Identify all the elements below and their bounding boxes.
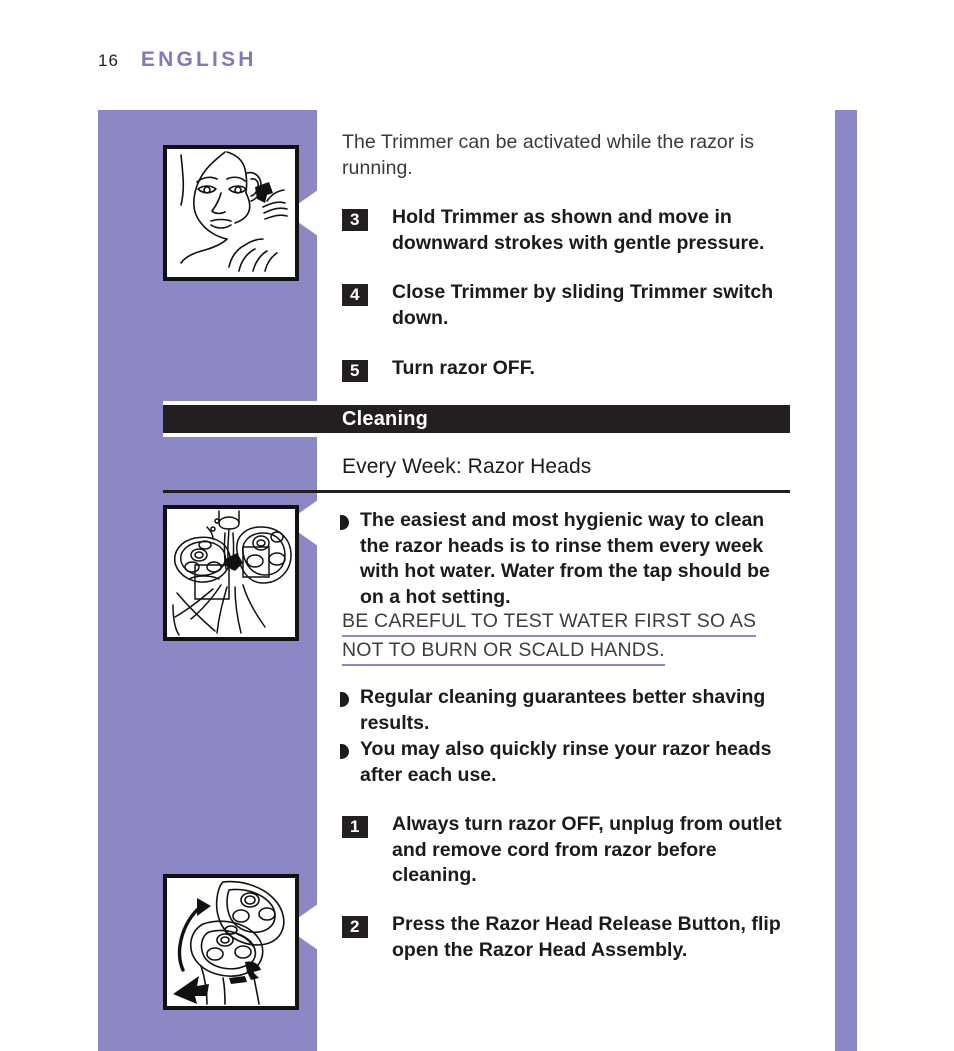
- warning-line-1: BE CAREFUL TO TEST WATER FIRST SO AS: [342, 608, 757, 637]
- step-text: Hold Trimmer as shown and move in downwa…: [392, 206, 765, 254]
- bullet-item-3: You may also quickly rinse your razor he…: [340, 737, 796, 788]
- manual-page: 16 ENGLISH The Trimmer can be activated …: [0, 0, 954, 1051]
- page-title: ENGLISH: [140, 48, 257, 71]
- rinsing-razor-heads-under-tap-illustration: [172, 510, 292, 636]
- section-divider-rule: [163, 490, 790, 493]
- bullet-marker-icon: [340, 692, 349, 707]
- step-text: Always turn razor OFF, unplug from outle…: [392, 813, 782, 886]
- step-number-badge: 3: [342, 209, 368, 231]
- bullet-item-1: The easiest and most hygienic way to cle…: [340, 508, 796, 610]
- bullet-text: You may also quickly rinse your razor he…: [360, 738, 772, 786]
- bullet-item-2: Regular cleaning guarantees better shavi…: [340, 685, 796, 736]
- section-banner-label: Cleaning: [342, 408, 429, 430]
- figure-rinsing-razor-heads: [163, 505, 299, 641]
- warning-notice: BE CAREFUL TO TEST WATER FIRST SO AS NOT…: [342, 608, 802, 666]
- step-5: 5 Turn razor OFF.: [342, 356, 794, 382]
- bullet-text: The easiest and most hygienic way to cle…: [360, 509, 770, 608]
- step-text: Close Trimmer by sliding Trimmer switch …: [392, 281, 774, 329]
- step-number-badge: 1: [342, 816, 368, 838]
- step-number-badge: 5: [342, 360, 368, 382]
- step-4: 4 Close Trimmer by sliding Trimmer switc…: [342, 280, 794, 331]
- step-number-badge: 2: [342, 916, 368, 938]
- step-2: 2 Press the Razor Head Release Button, f…: [342, 912, 794, 963]
- figure-open-razor-head: [163, 874, 299, 1010]
- bullet-text: Regular cleaning guarantees better shavi…: [360, 686, 766, 734]
- step-3: 3 Hold Trimmer as shown and move in down…: [342, 205, 794, 256]
- page-header: 16 ENGLISH: [98, 48, 257, 72]
- step-text: Turn razor OFF.: [392, 357, 535, 379]
- figure-trimming-sideburn: [163, 145, 299, 281]
- step-1: 1 Always turn razor OFF, unplug from out…: [342, 812, 794, 889]
- bullet-marker-icon: [340, 744, 349, 759]
- warning-line-2: NOT TO BURN OR SCALD HANDS.: [342, 637, 665, 666]
- man-trimming-sideburn-illustration: [180, 151, 288, 272]
- step-text: Press the Razor Head Release Button, fli…: [392, 913, 781, 961]
- intro-paragraph: The Trimmer can be activated while the r…: [342, 131, 755, 179]
- step-number-badge: 4: [342, 284, 368, 306]
- section-banner-cleaning: Cleaning: [163, 401, 790, 437]
- section-subheading: Every Week: Razor Heads: [342, 455, 592, 478]
- right-purple-band: [835, 110, 857, 1051]
- flip-open-razor-head-assembly-illustration: [173, 880, 285, 1005]
- page-number: 16: [98, 51, 119, 70]
- bullet-marker-icon: [340, 515, 349, 530]
